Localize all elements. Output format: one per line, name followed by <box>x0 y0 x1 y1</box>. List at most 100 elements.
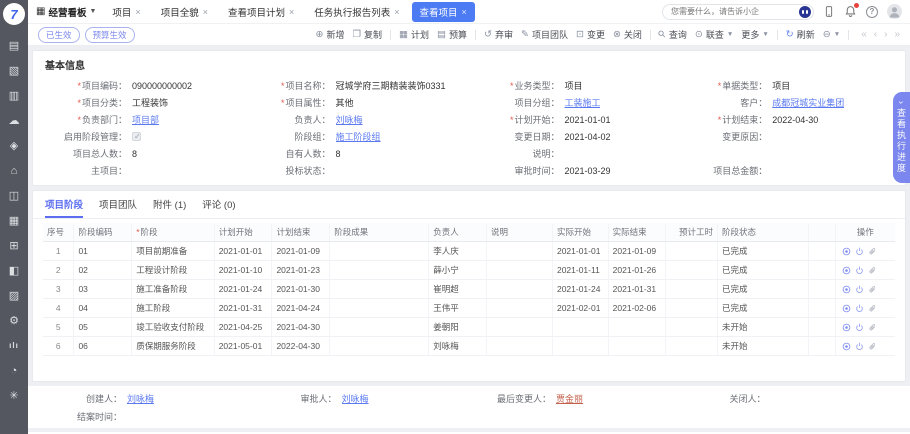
toolbar-button-link-query[interactable]: ⊙联查▼ <box>691 28 737 41</box>
attachment-icon[interactable] <box>868 266 877 275</box>
attachment-icon[interactable] <box>868 247 877 256</box>
field-value[interactable]: 项目部 <box>132 113 159 126</box>
home-icon[interactable]: ⌂ <box>9 158 20 183</box>
power-icon[interactable] <box>855 247 864 256</box>
horizontal-scrollbar[interactable] <box>28 428 910 432</box>
basic-field-approval-time: 审批时间：2021-03-29 <box>477 164 685 177</box>
tools-icon[interactable]: ✳ <box>9 383 20 408</box>
cell: 已完成 <box>717 280 808 299</box>
field-value[interactable]: 施工阶段组 <box>336 130 381 143</box>
power-icon[interactable] <box>855 323 864 332</box>
detail-tab-attachments[interactable]: 附件 (1) <box>153 197 186 218</box>
toolbar-button-more[interactable]: 更多▼ <box>737 28 772 41</box>
tab-close-icon[interactable]: × <box>394 7 399 17</box>
toolbar-button-close[interactable]: ⊗关闭 <box>609 28 646 41</box>
power-icon[interactable] <box>855 266 864 275</box>
cell <box>330 337 429 356</box>
toolbar-button-refresh[interactable]: ↻刷新 <box>782 28 819 41</box>
page-tab-project[interactable]: 项目× <box>104 2 148 22</box>
mobile-phone-icon[interactable] <box>823 5 835 18</box>
tab-close-icon[interactable]: × <box>203 7 208 17</box>
detail-tab-team[interactable]: 项目团队 <box>99 197 137 218</box>
toolbar-button-print[interactable]: ⊖▼ <box>819 30 844 40</box>
cell <box>666 242 718 261</box>
attachment-icon[interactable] <box>868 342 877 351</box>
page-tab-task-report-list[interactable]: 任务执行报告列表× <box>306 2 407 22</box>
next-page-icon[interactable]: › <box>884 30 887 40</box>
field-label: *项目名称： <box>249 79 331 92</box>
side-tab-label: 查看执行进度 <box>895 108 908 174</box>
field-value[interactable]: 成都冠城实业集团 <box>772 96 844 109</box>
prev-page-icon[interactable]: ‹ <box>874 30 877 40</box>
page-tab-view-project-plan[interactable]: 查看项目计划× <box>220 2 302 22</box>
stage-management-enabled-checkbox[interactable] <box>132 132 141 141</box>
document-list-icon[interactable]: ▥ <box>9 83 20 108</box>
finance-doc-icon[interactable]: ◧ <box>9 258 20 283</box>
status-badge-1: 预算生效 <box>85 27 135 43</box>
attachment-icon[interactable] <box>868 285 877 294</box>
footer-field-closer: 关闭人： <box>684 392 899 405</box>
toolbar-button-unapprove[interactable]: ↺弃审 <box>480 28 517 41</box>
toolbar-button-plan[interactable]: ▦计划 <box>395 28 433 41</box>
invoice-icon[interactable]: ▨ <box>9 283 20 308</box>
start-icon[interactable] <box>842 323 851 332</box>
app-logo[interactable]: 7 <box>3 3 25 25</box>
toolbar-button-change[interactable]: ⊡变更 <box>572 28 609 41</box>
field-value[interactable]: 刘咏梅 <box>342 392 369 405</box>
last-page-icon[interactable]: » <box>894 30 900 40</box>
tab-close-icon[interactable]: × <box>289 7 294 17</box>
chevron-down-icon: ▼ <box>762 31 768 38</box>
table-row[interactable]: 202工程设计阶段2021-01-102021-01-23薛小宁2021-01-… <box>43 261 895 280</box>
toolbar-button-query[interactable]: ⚲查询 <box>655 28 691 41</box>
start-icon[interactable] <box>842 304 851 313</box>
detail-tab-comments[interactable]: 评论 (0) <box>202 197 235 218</box>
user-avatar[interactable] <box>887 4 902 19</box>
id-card-icon[interactable]: ◫ <box>9 183 20 208</box>
tab-close-icon[interactable]: × <box>462 7 467 17</box>
field-value[interactable]: 刘咏梅 <box>127 392 154 405</box>
start-icon[interactable] <box>842 266 851 275</box>
shield-icon[interactable]: ◈ <box>9 133 20 158</box>
chevron-right-icon: › <box>897 101 907 104</box>
calendar-icon[interactable]: ▦ <box>9 208 20 233</box>
field-value[interactable]: 工装施工 <box>564 96 600 109</box>
toolbar-button-copy[interactable]: ❐复制 <box>348 28 386 41</box>
start-icon[interactable] <box>842 342 851 351</box>
team-cloud-icon[interactable]: ☁ <box>9 108 20 133</box>
start-icon[interactable] <box>842 285 851 294</box>
power-icon[interactable] <box>855 304 864 313</box>
kanban-board-icon[interactable]: ▤ <box>9 33 20 58</box>
power-icon[interactable] <box>855 285 864 294</box>
bar-chart-icon[interactable]: ılı <box>9 333 20 358</box>
workspace-menu[interactable]: ▦ 经营看板 ▼ <box>36 5 96 19</box>
detail-tab-stage[interactable]: 项目阶段 <box>45 197 83 218</box>
notification-bell-icon[interactable] <box>844 5 857 18</box>
assistant-search-input[interactable] <box>671 7 789 16</box>
first-page-icon[interactable]: « <box>861 30 867 40</box>
assistant-search[interactable] <box>662 4 814 20</box>
toolbar-button-budget[interactable]: ▤预算 <box>433 28 471 41</box>
table-row[interactable]: 606质保期服务阶段2021-05-012022-04-30刘咏梅未开始 <box>43 337 895 356</box>
help-icon[interactable]: ? <box>866 6 878 18</box>
apps-grid-icon[interactable]: ⊞ <box>9 233 20 258</box>
table-row[interactable]: 404施工阶段2021-01-312021-04-24王伟平2021-02-01… <box>43 299 895 318</box>
toolbar-button-project-team[interactable]: ✎项目团队 <box>517 28 572 41</box>
page-tab-view-project[interactable]: 查看项目× <box>412 2 475 22</box>
gear-icon[interactable]: ⚙ <box>9 308 20 333</box>
attachment-icon[interactable] <box>868 323 877 332</box>
table-row[interactable]: 505竣工验收支付阶段2021-04-252021-04-30姜朝阳未开始 <box>43 318 895 337</box>
tab-close-icon[interactable]: × <box>135 7 140 17</box>
history-clock-icon[interactable]: ◔ <box>9 358 20 383</box>
field-value[interactable]: 刘咏梅 <box>336 113 363 126</box>
start-icon[interactable] <box>842 247 851 256</box>
report-edit-icon[interactable]: ▧ <box>9 58 20 83</box>
attachment-icon[interactable] <box>868 304 877 313</box>
toolbar-button-new[interactable]: ⊕新增 <box>311 28 348 41</box>
view-progress-side-tab[interactable]: › 查看执行进度 <box>893 92 910 183</box>
table-row[interactable]: 303施工准备阶段2021-01-242021-01-30崔明超2021-01-… <box>43 280 895 299</box>
table-row[interactable]: 101项目前期准备2021-01-012021-01-09李人庆2021-01-… <box>43 242 895 261</box>
cell <box>330 318 429 337</box>
page-tab-project-overview[interactable]: 项目全貌× <box>153 2 216 22</box>
field-value[interactable]: 贾金丽 <box>556 392 583 405</box>
power-icon[interactable] <box>855 342 864 351</box>
